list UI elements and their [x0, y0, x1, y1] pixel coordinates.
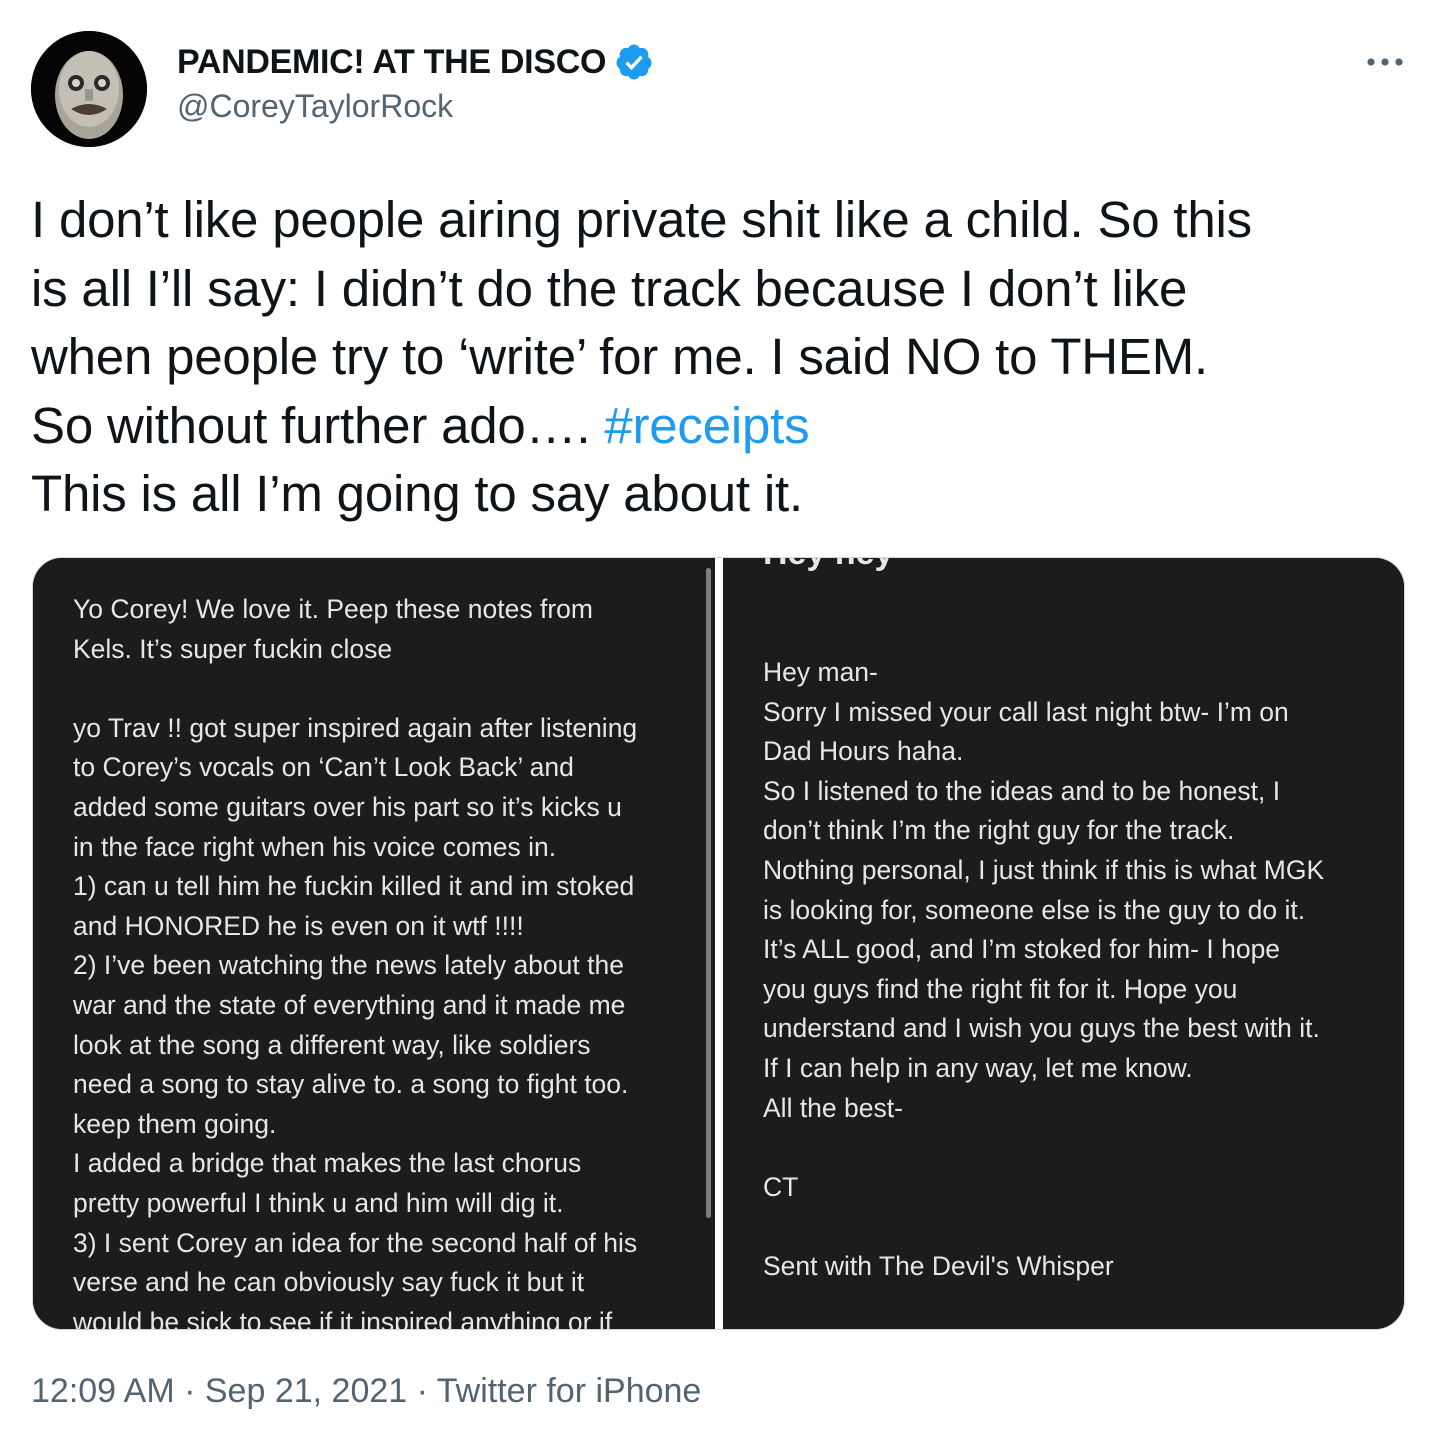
- message-line: All the best-: [763, 1092, 903, 1123]
- message-line: yo Trav !! got super inspired again afte…: [73, 712, 638, 743]
- meta-separator: ·: [174, 1372, 205, 1410]
- message-line: 1) can u tell him he fuckin killed it an…: [73, 871, 635, 902]
- message-header-cut: Hey hey: [763, 558, 893, 574]
- tweet-time[interactable]: 12:09 AM: [31, 1372, 175, 1410]
- message-line: understand and I wish you guys the best …: [763, 1013, 1320, 1044]
- display-name[interactable]: PANDEMIC! AT THE DISCO: [177, 43, 606, 82]
- message-line: I added a bridge that makes the last cho…: [73, 1148, 582, 1179]
- message-line: don’t think I’m the right guy for the tr…: [763, 815, 1235, 846]
- message-line: war and the state of everything and it m…: [73, 989, 626, 1020]
- message-line: you guys find the right fit for it. Hope…: [763, 973, 1238, 1004]
- media-image-right[interactable]: Hey hey Hey man- Sorry I missed your cal…: [723, 558, 1404, 1329]
- message-line: CT: [763, 1171, 799, 1202]
- avatar[interactable]: [31, 31, 147, 147]
- message-line: look at the song a different way, like s…: [73, 1029, 591, 1060]
- message-line: Sent with The Devil's Whisper: [763, 1250, 1114, 1281]
- avatar-mask-image: [31, 31, 147, 147]
- tweet-media[interactable]: Yo Corey! We love it. Peep these notes f…: [32, 557, 1405, 1330]
- message-line: need a song to stay alive to. a song to …: [73, 1069, 629, 1100]
- message-line: to Corey’s vocals on ‘Can’t Look Back’ a…: [73, 752, 574, 783]
- message-line: in the face right when his voice comes i…: [73, 831, 557, 862]
- message-line: If I can help in any way, let me know.: [763, 1052, 1193, 1083]
- message-line: 2) I’ve been watching the news lately ab…: [73, 950, 624, 981]
- more-options-icon[interactable]: [1360, 44, 1410, 80]
- hashtag-link[interactable]: #receipts: [604, 397, 809, 454]
- message-line: and HONORED he is even on it wtf !!!!: [73, 910, 524, 941]
- message-line: would be sick to see if it inspired anyt…: [73, 1306, 613, 1329]
- tweet-text-line: So without further ado…. #receipts: [31, 392, 1411, 461]
- author-name-row[interactable]: PANDEMIC! AT THE DISCO: [177, 40, 654, 84]
- message-line: verse and he can obviously say fuck it b…: [73, 1267, 585, 1298]
- tweet-text: I don’t like people airing private shit …: [31, 186, 1411, 529]
- tweet-source[interactable]: Twitter for iPhone: [437, 1372, 702, 1410]
- media-divider: [715, 558, 723, 1329]
- message-line: So I listened to the ideas and to be hon…: [763, 775, 1281, 806]
- message-line: Yo Corey! We love it. Peep these notes f…: [73, 594, 593, 624]
- message-line: Hey man-: [763, 657, 878, 687]
- tweet-text-segment: So without further ado….: [31, 396, 605, 454]
- message-line: keep them going.: [73, 1108, 277, 1139]
- message-text-right: Hey man- Sorry I missed your call last n…: [763, 653, 1386, 1287]
- message-line: Sorry I missed your call last night btw-…: [763, 696, 1289, 727]
- verified-badge-icon: [614, 42, 654, 82]
- tweet-text-line: This is all I’m going to say about it.: [31, 465, 803, 522]
- tweet-text-line: is all I’ll say: I didn’t do the track b…: [31, 259, 1188, 317]
- message-line: Dad Hours haha.: [763, 736, 964, 767]
- message-line: Kels. It’s super fuckin close: [73, 633, 393, 664]
- tweet-text-line: when people try to ‘write’ for me. I sai…: [31, 328, 1208, 385]
- scrollbar: [706, 568, 711, 1218]
- tweet-text-line: I don’t like people airing private shit …: [31, 191, 1252, 248]
- meta-separator: ·: [407, 1372, 437, 1410]
- message-line: 3) I sent Corey an idea for the second h…: [73, 1227, 638, 1258]
- tweet-metadata: 12:09 AM · Sep 21, 2021 · Twitter for iP…: [31, 1372, 701, 1411]
- message-line: pretty powerful I think u and him will d…: [73, 1187, 564, 1218]
- author-handle[interactable]: @CoreyTaylorRock: [177, 88, 453, 125]
- media-image-left[interactable]: Yo Corey! We love it. Peep these notes f…: [33, 558, 715, 1329]
- message-line: It’s ALL good, and I’m stoked for him- I…: [763, 934, 1281, 965]
- message-line: Nothing personal, I just think if this i…: [763, 854, 1325, 885]
- message-line: added some guitars over his part so it’s…: [73, 791, 622, 822]
- message-line: is looking for, someone else is the guy …: [763, 894, 1306, 925]
- tweet-date[interactable]: Sep 21, 2021: [205, 1372, 407, 1410]
- message-text-left: Yo Corey! We love it. Peep these notes f…: [73, 590, 695, 1329]
